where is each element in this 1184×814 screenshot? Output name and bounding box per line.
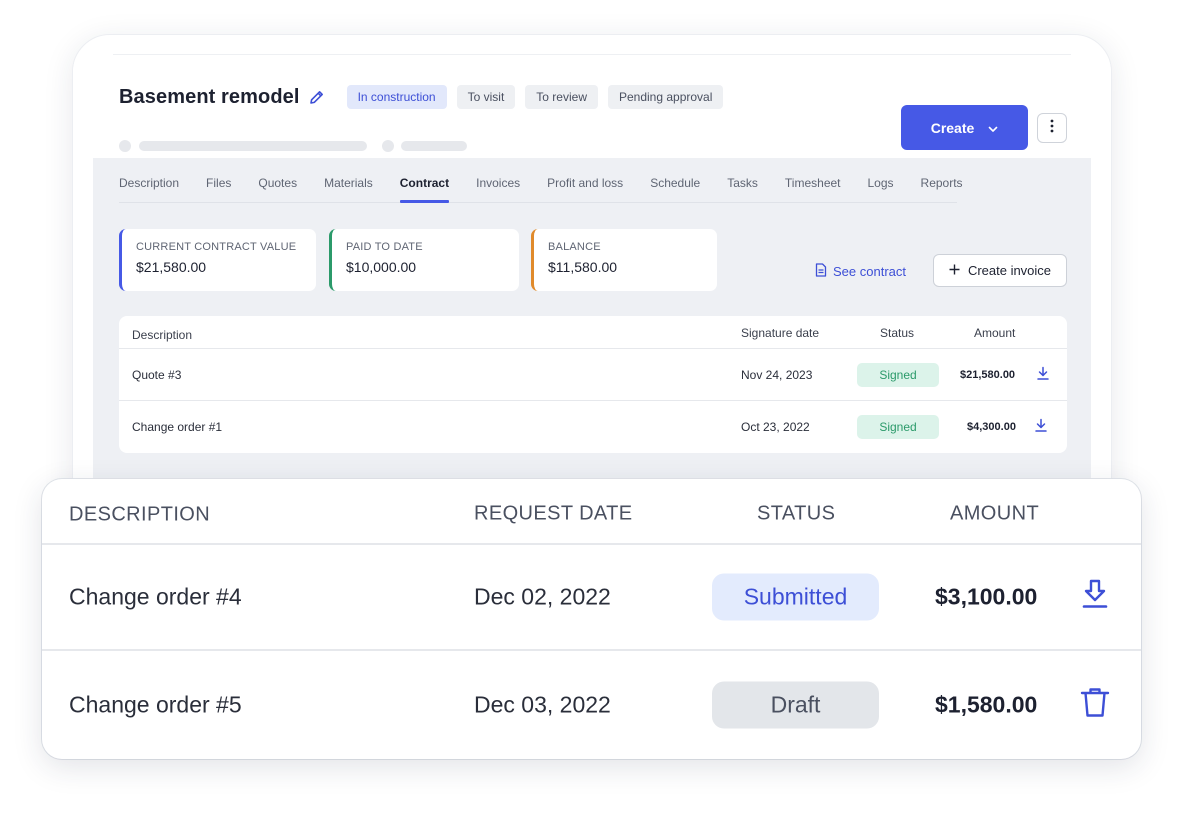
table-row[interactable]: Change order #5 Dec 03, 2022 Draft $1,58… [42, 652, 1141, 758]
tab-schedule[interactable]: Schedule [650, 176, 700, 202]
row-date: Dec 03, 2022 [474, 691, 611, 718]
create-label: Create [930, 119, 975, 136]
status-badge: Draft [712, 681, 879, 729]
trash-icon[interactable] [1080, 686, 1110, 724]
stat-value: $11,580.00 [548, 259, 618, 275]
stat-label: PAID TO DATE [346, 241, 423, 253]
download-icon[interactable] [1082, 579, 1108, 615]
change-orders-table: DESCRIPTION REQUEST DATE STATUS AMOUNT C… [42, 479, 1141, 759]
tag-in-construction[interactable]: In construction [346, 85, 447, 109]
row-description: Change order #4 [69, 583, 242, 610]
title-row: Basement remodel In construction To visi… [119, 85, 724, 109]
stat-label: BALANCE [548, 241, 601, 253]
header-description: Description [132, 328, 193, 342]
row-description: Quote #3 [132, 367, 182, 382]
row-amount: $21,580.00 [960, 368, 1016, 381]
project-header: Basement remodel In construction To visi… [73, 55, 1111, 158]
tab-tasks[interactable]: Tasks [727, 176, 758, 202]
row-date: Dec 02, 2022 [474, 583, 611, 610]
table-row[interactable]: Quote #3 Nov 24, 2023 Signed $21,580.00 [119, 349, 1067, 401]
plus-icon [949, 263, 960, 278]
tab-materials[interactable]: Materials [324, 176, 373, 202]
header-signature-date: Signature date [741, 326, 820, 340]
header-request-date: REQUEST DATE [474, 502, 633, 525]
header-amount: Amount [974, 326, 1016, 340]
stat-balance: BALANCE $11,580.00 [531, 229, 717, 291]
tab-contract[interactable]: Contract [399, 176, 450, 203]
pencil-icon[interactable] [309, 89, 325, 105]
status-badge: Signed [857, 362, 939, 387]
stat-label: CURRENT CONTRACT VALUE [136, 241, 297, 253]
see-contract-link[interactable]: See contract [815, 263, 906, 280]
tab-reports[interactable]: Reports [921, 176, 963, 202]
table-row[interactable]: Change order #4 Dec 02, 2022 Submitted $… [42, 545, 1141, 651]
skeleton-line [401, 141, 467, 151]
download-icon[interactable] [1035, 418, 1047, 436]
status-badge: Signed [857, 415, 939, 439]
chevron-down-icon [988, 120, 998, 136]
stat-value: $10,000.00 [346, 259, 417, 275]
status-badge: Submitted [712, 573, 879, 621]
skeleton-dot [119, 140, 131, 152]
row-date: Oct 23, 2022 [741, 420, 810, 434]
stat-current-contract-value: CURRENT CONTRACT VALUE $21,580.00 [119, 229, 316, 291]
table-header: Description Signature date Status Amount [119, 316, 1067, 349]
project-title: Basement remodel [119, 85, 300, 108]
stat-paid-to-date: PAID TO DATE $10,000.00 [329, 229, 519, 291]
table-header: DESCRIPTION REQUEST DATE STATUS AMOUNT [42, 479, 1141, 545]
row-amount: $4,300.00 [967, 421, 1016, 433]
create-invoice-label: Create invoice [967, 263, 1052, 278]
more-options-button[interactable] [1037, 113, 1067, 143]
tag-to-review[interactable]: To review [525, 85, 598, 109]
tab-files[interactable]: Files [206, 176, 231, 202]
tab-invoices[interactable]: Invoices [476, 176, 520, 202]
download-icon[interactable] [1037, 366, 1049, 383]
tag-to-visit[interactable]: To visit [456, 85, 516, 109]
row-description: Change order #5 [69, 691, 242, 718]
row-amount: $3,100.00 [935, 583, 1038, 610]
project-tabs: Description Files Quotes Materials Contr… [119, 176, 963, 203]
header-amount: AMOUNT [950, 502, 1040, 525]
header-status: Status [880, 326, 915, 340]
tab-timesheet[interactable]: Timesheet [785, 176, 841, 202]
kebab-menu-icon [1050, 119, 1054, 138]
stat-value: $21,580.00 [136, 259, 207, 275]
tab-quotes[interactable]: Quotes [258, 176, 297, 202]
header-description: DESCRIPTION [69, 503, 211, 526]
document-icon [815, 263, 827, 280]
create-invoice-button[interactable]: Create invoice [933, 254, 1067, 287]
skeleton-dot [382, 140, 394, 152]
row-amount: $1,580.00 [935, 691, 1038, 718]
project-window: Basement remodel In construction To visi… [72, 34, 1112, 554]
status-tags: In construction To visit To review Pendi… [346, 85, 724, 109]
tab-profit-and-loss[interactable]: Profit and loss [547, 176, 623, 202]
header-status: STATUS [757, 502, 836, 525]
skeleton-line [139, 141, 367, 151]
tab-description[interactable]: Description [119, 176, 179, 202]
row-date: Nov 24, 2023 [741, 367, 813, 382]
tab-logs[interactable]: Logs [868, 176, 894, 202]
contract-table: Description Signature date Status Amount… [119, 316, 1067, 453]
create-button[interactable]: Create [901, 105, 1028, 150]
row-description: Change order #1 [132, 420, 223, 434]
tag-pending-approval[interactable]: Pending approval [607, 85, 724, 109]
table-row[interactable]: Change order #1 Oct 23, 2022 Signed $4,3… [119, 401, 1067, 453]
see-contract-label: See contract [833, 264, 906, 279]
